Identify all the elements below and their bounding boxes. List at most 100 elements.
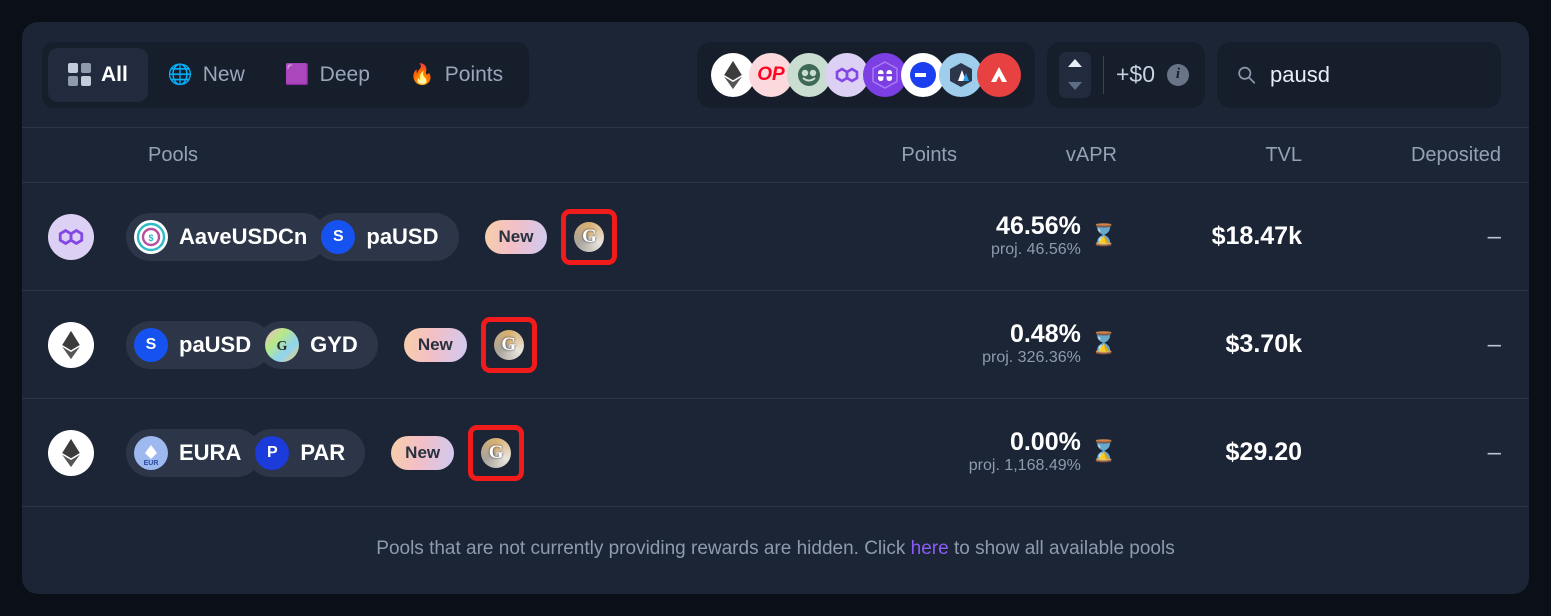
tvl-cell: $18.47k <box>1117 222 1302 251</box>
base-glyph <box>872 60 898 89</box>
aave-token-icon: $ <box>134 219 168 254</box>
token-symbol: AaveUSDCn <box>179 223 308 249</box>
hourglass-icon: ⌛ <box>1090 440 1117 464</box>
tab-all-label: All <box>101 62 128 86</box>
column-header-pools[interactable]: Pools <box>22 144 782 167</box>
status-badge: New <box>391 435 455 470</box>
toolbar: All 🌐 New 🟪 Deep 🔥 Points OP +$0 i pausd <box>22 22 1529 127</box>
tab-new-label: New <box>202 62 245 86</box>
token-symbol: paUSD <box>179 331 252 357</box>
fire-icon: 🔥 <box>409 63 435 86</box>
tab-new[interactable]: 🌐 New <box>148 48 265 102</box>
show-all-pools-link[interactable]: here <box>911 538 949 560</box>
vapr-cell: 0.48% proj. 326.36% ⌛ <box>957 320 1117 370</box>
tvl-value: $3.70k <box>1225 330 1302 358</box>
optimism-glyph: OP <box>757 63 785 85</box>
footer-text-before: Pools that are not currently providing r… <box>376 538 906 559</box>
svg-text:$: $ <box>148 233 153 243</box>
column-header-tvl[interactable]: TVL <box>1117 144 1302 167</box>
grid-icon <box>68 63 91 86</box>
ethereum-glyph <box>724 60 742 89</box>
token-symbol: PAR <box>300 439 346 465</box>
table-header: Pools Points vAPR TVL Deposited <box>22 127 1529 183</box>
token-pill[interactable]: G GYD <box>257 320 378 369</box>
budget-divider <box>1102 55 1104 94</box>
pool-cell: EUR EURA P PAR New <box>22 424 782 481</box>
budget-amount: +$0 <box>1115 61 1155 87</box>
gyroscope-icon[interactable] <box>481 437 512 468</box>
token-pill[interactable]: P PAR <box>247 428 366 477</box>
chain-icon-ethereum <box>48 321 94 368</box>
gyroscope-icon[interactable] <box>493 329 524 360</box>
vapr-value: 0.00% <box>1009 427 1081 456</box>
search-input[interactable] <box>1270 61 1481 88</box>
deposited-cell: – <box>1487 222 1501 250</box>
deposited-cell: – <box>1487 330 1501 358</box>
polygon-glyph <box>835 66 859 83</box>
protocol-icon-wrapper[interactable] <box>561 208 618 265</box>
linea-glyph <box>909 61 936 88</box>
chain-icon-avalanche[interactable] <box>976 52 1021 97</box>
token-pill-group: EUR EURA P PAR <box>126 428 366 477</box>
table-row[interactable]: S paUSD G GYD New G 0.48% proj. 326.36% … <box>22 291 1529 399</box>
ethereum-glyph <box>62 330 80 359</box>
tvl-value: $29.20 <box>1225 438 1302 466</box>
svg-text:G: G <box>277 339 288 354</box>
gyroscope-icon[interactable] <box>574 221 605 252</box>
protocol-icon-wrapper[interactable] <box>480 316 537 373</box>
chain-icon-ethereum <box>48 429 94 476</box>
token-pill[interactable]: S paUSD <box>126 320 272 369</box>
table-footer: Pools that are not currently providing r… <box>22 507 1529 591</box>
column-header-points[interactable]: Points <box>782 144 957 167</box>
tvl-cell: $3.70k <box>1117 330 1302 359</box>
tvl-value: $18.47k <box>1211 222 1302 250</box>
vapr-projected: proj. 46.56% <box>991 241 1081 259</box>
budget-control: +$0 i <box>1046 41 1205 108</box>
vapr-projected: proj. 326.36% <box>982 349 1081 367</box>
deposited-cell: – <box>1487 438 1501 466</box>
eura-token-icon: EUR <box>134 435 168 470</box>
token-pill[interactable]: $ AaveUSDCn <box>126 212 328 261</box>
ethereum-glyph <box>62 438 80 467</box>
info-icon[interactable]: i <box>1167 63 1189 86</box>
pool-cell: S paUSD G GYD New <box>22 316 782 373</box>
tab-deep[interactable]: 🟪 Deep <box>265 48 390 102</box>
token-pill[interactable]: S paUSD <box>313 212 459 261</box>
table-row[interactable]: $ AaveUSDCn S paUSD New 46.56% <box>22 183 1529 291</box>
gnosis-glyph <box>797 63 820 86</box>
token-symbol: GYD <box>310 331 358 357</box>
pausd-token-icon: S <box>321 219 356 254</box>
table-row[interactable]: EUR EURA P PAR New 0.00% <box>22 399 1529 507</box>
avalanche-glyph <box>990 66 1007 82</box>
tab-points[interactable]: 🔥 Points <box>390 48 523 102</box>
search-icon <box>1238 66 1256 84</box>
token-pill-group: S paUSD G GYD <box>126 320 378 369</box>
tab-all[interactable]: All <box>48 47 148 102</box>
tab-deep-label: Deep <box>319 62 370 86</box>
protocol-icon-wrapper[interactable] <box>468 424 525 481</box>
tab-points-label: Points <box>444 62 504 86</box>
arbitrum-glyph <box>949 62 972 87</box>
column-header-deposited[interactable]: Deposited <box>1302 144 1501 167</box>
token-pill[interactable]: EUR EURA <box>126 428 262 477</box>
cube-icon: 🟪 <box>284 63 310 86</box>
chain-selector: OP <box>696 41 1035 108</box>
stepper-down-icon[interactable] <box>1067 82 1082 90</box>
token-symbol: EURA <box>179 439 242 465</box>
budget-stepper[interactable] <box>1058 51 1091 98</box>
pools-panel: All 🌐 New 🟪 Deep 🔥 Points OP +$0 i pausd… <box>22 22 1529 594</box>
token-symbol: paUSD <box>366 223 439 249</box>
vapr-value: 0.48% <box>1009 319 1081 348</box>
vapr-cell: 46.56% proj. 46.56% ⌛ <box>957 212 1117 262</box>
par-token-icon: P <box>255 435 290 470</box>
chain-icon-polygon <box>48 213 94 260</box>
status-badge: New <box>484 219 548 254</box>
stepper-up-icon[interactable] <box>1067 59 1082 67</box>
status-badge: New <box>403 327 467 362</box>
hourglass-icon: ⌛ <box>1090 332 1117 356</box>
token-pill-group: $ AaveUSDCn S paUSD <box>126 212 459 261</box>
vapr-projected: proj. 1,168.49% <box>968 457 1081 475</box>
column-header-vapr[interactable]: vAPR <box>957 144 1117 167</box>
sphere-icon: 🌐 <box>167 63 193 86</box>
search-box[interactable] <box>1217 41 1501 108</box>
